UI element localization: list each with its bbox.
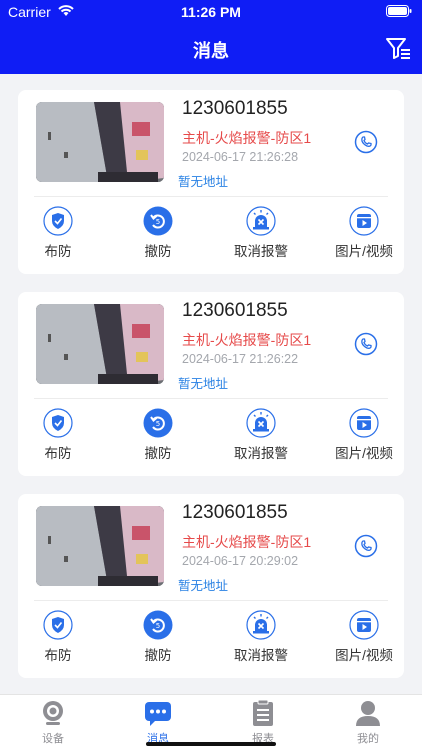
disarm-label: 撤防 <box>144 244 172 259</box>
media-label: 图片/视频 <box>335 648 393 663</box>
video-icon <box>349 206 379 236</box>
page-title: 消息 <box>193 41 229 61</box>
shield-icon <box>43 408 73 438</box>
svg-text:5: 5 <box>156 420 160 428</box>
phone-icon[interactable] <box>354 332 378 356</box>
tab-reports[interactable]: 报表 <box>233 699 293 746</box>
report-icon <box>253 699 273 726</box>
message-card[interactable]: 1230601855 主机-火焰报警-防区1 2024-06-17 21:26:… <box>18 90 404 274</box>
divider <box>34 600 388 601</box>
alarm-siren-icon <box>246 610 276 640</box>
undo-icon: 5 <box>143 408 173 438</box>
shield-icon <box>43 610 73 640</box>
divider <box>34 196 388 197</box>
app-header: Carrier 11:26 PM 消息 <box>0 0 422 74</box>
arm-label: 布防 <box>44 446 72 461</box>
divider <box>34 398 388 399</box>
media-button[interactable]: 图片/视频 <box>324 610 404 664</box>
device-id: 1230601855 <box>182 98 288 119</box>
device-id: 1230601855 <box>182 300 288 321</box>
arm-label: 布防 <box>44 648 72 663</box>
disarm-button[interactable]: 5 撤防 <box>118 206 198 260</box>
message-card[interactable]: 1230601855 主机-火焰报警-防区1 2024-06-17 21:26:… <box>18 292 404 476</box>
home-indicator <box>146 742 276 746</box>
filter-icon[interactable] <box>384 35 412 61</box>
media-label: 图片/视频 <box>335 244 393 259</box>
media-label: 图片/视频 <box>335 446 393 461</box>
cancel-alarm-button[interactable]: 取消报警 <box>221 610 301 664</box>
phone-icon[interactable] <box>354 534 378 558</box>
tab-devices[interactable]: 设备 <box>23 699 83 746</box>
tab-label: 设备 <box>42 733 64 745</box>
clock: 11:26 PM <box>181 4 241 20</box>
svg-text:5: 5 <box>156 218 160 226</box>
arm-button[interactable]: 布防 <box>18 206 98 260</box>
camera-icon <box>43 701 63 725</box>
video-icon <box>349 408 379 438</box>
cancel-alarm-button[interactable]: 取消报警 <box>221 206 301 260</box>
address-label: 暂无地址 <box>178 377 229 391</box>
chat-icon <box>145 702 171 726</box>
message-card[interactable]: 1230601855 主机-火焰报警-防区1 2024-06-17 20:29:… <box>18 494 404 678</box>
device-id: 1230601855 <box>182 502 288 523</box>
alarm-time: 2024-06-17 21:26:28 <box>182 150 299 164</box>
address-label: 暂无地址 <box>178 579 229 593</box>
status-bar: Carrier 11:26 PM <box>0 0 422 26</box>
disarm-label: 撤防 <box>144 446 172 461</box>
alarm-time: 2024-06-17 20:29:02 <box>182 554 299 568</box>
alarm-type: 主机-火焰报警-防区1 <box>182 534 312 550</box>
alarm-time: 2024-06-17 21:26:22 <box>182 352 299 366</box>
video-icon <box>349 610 379 640</box>
shield-icon <box>43 206 73 236</box>
alarm-siren-icon <box>246 206 276 236</box>
disarm-button[interactable]: 5 撤防 <box>118 408 198 462</box>
message-list[interactable]: 1230601855 主机-火焰报警-防区1 2024-06-17 21:26:… <box>0 74 422 694</box>
snapshot-thumbnail[interactable] <box>36 304 164 384</box>
media-button[interactable]: 图片/视频 <box>324 408 404 462</box>
snapshot-thumbnail[interactable] <box>36 102 164 182</box>
svg-text:5: 5 <box>156 622 160 630</box>
undo-icon: 5 <box>143 610 173 640</box>
cancel-alarm-button[interactable]: 取消报警 <box>221 408 301 462</box>
disarm-label: 撤防 <box>144 648 172 663</box>
tab-profile[interactable]: 我的 <box>338 699 398 746</box>
alarm-siren-icon <box>246 408 276 438</box>
undo-icon: 5 <box>143 206 173 236</box>
cancel-alarm-label: 取消报警 <box>234 446 288 461</box>
address-label: 暂无地址 <box>178 175 229 189</box>
tab-messages[interactable]: 消息 <box>128 699 188 746</box>
phone-icon[interactable] <box>354 130 378 154</box>
alarm-type: 主机-火焰报警-防区1 <box>182 332 312 348</box>
battery-icon <box>386 5 412 17</box>
user-icon <box>356 701 380 726</box>
arm-button[interactable]: 布防 <box>18 408 98 462</box>
tab-label: 我的 <box>357 733 379 745</box>
media-button[interactable]: 图片/视频 <box>324 206 404 260</box>
alarm-type: 主机-火焰报警-防区1 <box>182 130 312 146</box>
cancel-alarm-label: 取消报警 <box>234 244 288 259</box>
disarm-button[interactable]: 5 撤防 <box>118 610 198 664</box>
arm-button[interactable]: 布防 <box>18 610 98 664</box>
cancel-alarm-label: 取消报警 <box>234 648 288 663</box>
snapshot-thumbnail[interactable] <box>36 506 164 586</box>
arm-label: 布防 <box>44 244 72 259</box>
